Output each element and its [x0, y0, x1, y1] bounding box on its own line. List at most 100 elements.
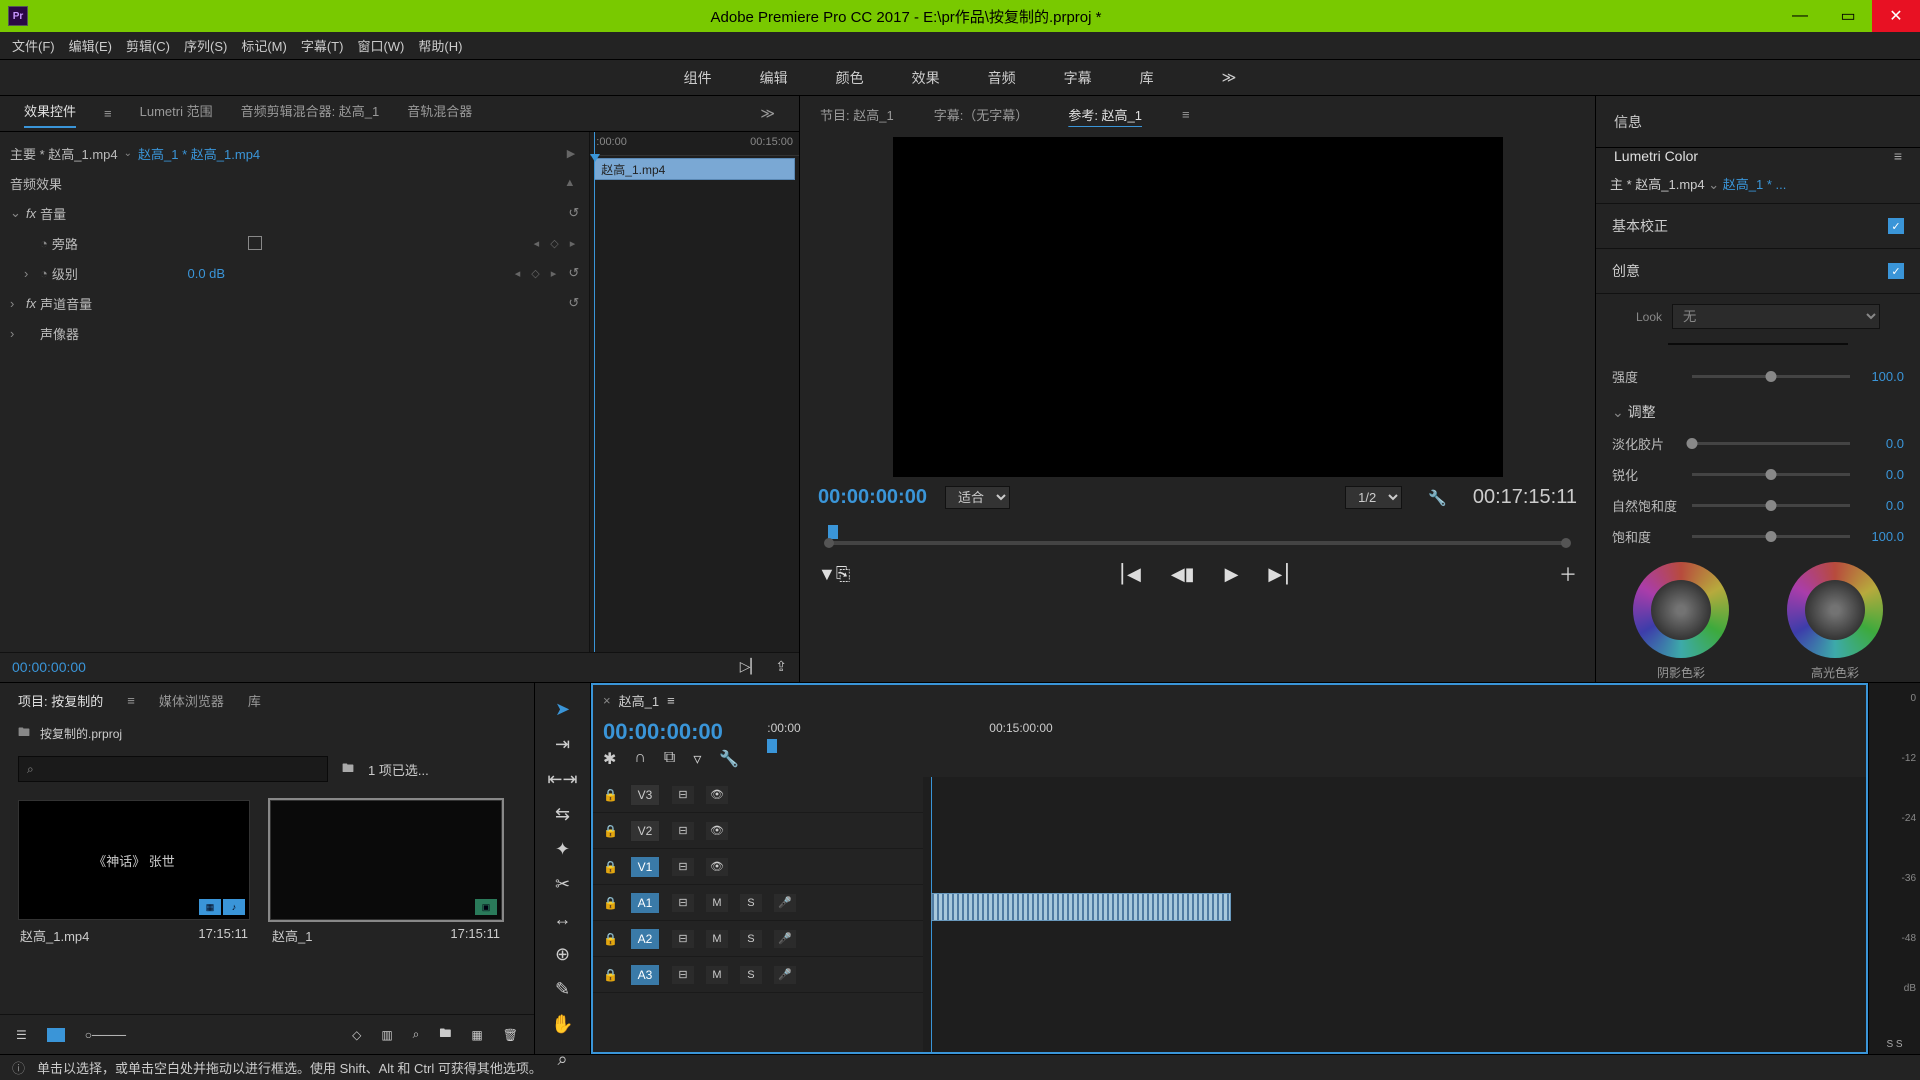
timeline-playhead[interactable]	[767, 739, 777, 753]
sync-lock-icon[interactable]: ⊟	[672, 822, 694, 840]
ripple-edit-tool[interactable]: ⇤⇥	[549, 769, 577, 790]
program-monitor-view[interactable]	[800, 132, 1595, 482]
razor-tool[interactable]: ✂	[549, 874, 577, 895]
panel-menu-icon[interactable]: ≡	[667, 693, 675, 708]
collapse-icon[interactable]: ▲	[564, 177, 579, 189]
lock-icon[interactable]: 🔒	[603, 968, 618, 982]
bypass-checkbox[interactable]	[248, 236, 262, 250]
sequence-name[interactable]: 赵高_1	[619, 691, 659, 710]
button-editor-icon[interactable]: ＋	[1559, 561, 1577, 587]
rate-stretch-tool[interactable]: ✦	[549, 839, 577, 860]
lock-icon[interactable]: 🔒	[603, 896, 618, 910]
panel-menu-icon[interactable]: ≡	[1182, 107, 1190, 122]
tabs-overflow-icon[interactable]: ≫	[760, 105, 775, 122]
workspace-color[interactable]: 颜色	[836, 68, 864, 88]
tab-libraries[interactable]: 库	[248, 691, 261, 710]
keyframe-controls[interactable]: ◂ ◇ ▸	[534, 237, 580, 250]
timeline-timecode[interactable]: 00:00:00:00	[603, 719, 739, 745]
ec-clip-bar[interactable]: 赵高_1.mp4	[594, 158, 795, 180]
fade-value[interactable]: 0.0	[1860, 436, 1904, 451]
slide-tool[interactable]: ⊕	[549, 944, 577, 965]
sync-lock-icon[interactable]: ⊟	[672, 858, 694, 876]
adjust-section[interactable]: 调整	[1628, 404, 1656, 420]
effect-controls-timeline[interactable]: :00:00 00:15:00 赵高_1.mp4	[589, 132, 799, 652]
toggle-output-icon[interactable]: 👁	[706, 858, 728, 876]
new-bin-icon[interactable]: 🖿	[342, 759, 354, 780]
settings-icon[interactable]: 🔧	[719, 749, 739, 769]
saturation-value[interactable]: 100.0	[1860, 529, 1904, 544]
fx-channel-volume[interactable]: 声道音量	[40, 294, 92, 313]
workspace-audio[interactable]: 音频	[988, 68, 1016, 88]
sharpen-slider[interactable]	[1692, 473, 1850, 476]
toggle-output-icon[interactable]: 👁	[706, 822, 728, 840]
search-icon[interactable]: ⌕	[413, 1027, 420, 1042]
zoom-tool[interactable]: ⌕	[549, 1049, 577, 1070]
creative-section[interactable]: 创意	[1612, 261, 1640, 281]
fx-volume[interactable]: 音量	[40, 204, 66, 223]
menu-help[interactable]: 帮助(H)	[414, 34, 466, 57]
hand-tool[interactable]: ✋	[549, 1014, 577, 1035]
voice-over-icon[interactable]: 🎤	[774, 930, 796, 948]
highlight-tint-wheel[interactable]	[1787, 562, 1883, 658]
play-only-icon[interactable]: ▷▏	[740, 658, 762, 675]
lumetri-clip-crumb[interactable]: 赵高_1 * ...	[1723, 177, 1787, 192]
timeline-clip-area[interactable]	[923, 777, 1866, 1052]
expand-icon[interactable]: ›	[24, 266, 34, 281]
menu-marker[interactable]: 标记(M)	[237, 34, 291, 57]
tab-program[interactable]: 节目: 赵高_1	[820, 105, 894, 124]
selection-tool[interactable]: ➤	[549, 699, 577, 720]
sync-lock-icon[interactable]: ⊟	[672, 966, 694, 984]
zoom-fit-select[interactable]: 适合	[945, 486, 1010, 509]
menu-title[interactable]: 字幕(T)	[297, 34, 348, 57]
rolling-edit-tool[interactable]: ⇆	[549, 804, 577, 825]
lock-icon[interactable]: 🔒	[603, 824, 618, 838]
linked-selection-icon[interactable]: ⧉	[664, 749, 675, 769]
audio-clip[interactable]	[931, 893, 1231, 921]
monitor-scrubber[interactable]	[818, 523, 1577, 553]
project-search-input[interactable]: ⌕	[18, 756, 328, 782]
workspace-captions[interactable]: 字幕	[1064, 68, 1092, 88]
info-panel-tab[interactable]: 信息	[1596, 96, 1920, 148]
voice-over-icon[interactable]: 🎤	[774, 894, 796, 912]
solo-indicator[interactable]: S S	[1869, 1039, 1920, 1050]
menu-clip[interactable]: 剪辑(C)	[122, 34, 174, 57]
workspace-assembly[interactable]: 组件	[684, 68, 712, 88]
panel-menu-icon[interactable]: ≡	[127, 693, 135, 708]
add-marker-icon[interactable]: ▼⎘	[818, 564, 850, 585]
tab-reference[interactable]: 参考: 赵高_1	[1068, 105, 1142, 124]
auto-match-icon[interactable]: ◇	[352, 1028, 361, 1042]
minimize-button[interactable]: —	[1776, 0, 1824, 32]
workspace-libraries[interactable]: 库	[1140, 68, 1154, 88]
step-back-icon[interactable]: ◀▮	[1171, 564, 1195, 585]
pen-tool[interactable]: ✎	[549, 979, 577, 1000]
list-view-icon[interactable]: ☰	[16, 1028, 27, 1042]
close-sequence-icon[interactable]: ×	[603, 693, 611, 708]
menu-sequence[interactable]: 序列(S)	[180, 34, 231, 57]
track-v2[interactable]: V2	[630, 820, 660, 842]
basic-enabled-checkbox[interactable]: ✓	[1888, 218, 1904, 234]
vibrance-slider[interactable]	[1692, 504, 1850, 507]
tab-project[interactable]: 项目: 按复制的	[18, 691, 103, 710]
ec-timecode[interactable]: 00:00:00:00	[12, 659, 86, 675]
creative-enabled-checkbox[interactable]: ✓	[1888, 263, 1904, 279]
level-value[interactable]: 0.0 dB	[188, 266, 226, 281]
look-select[interactable]: 无	[1672, 304, 1880, 329]
intensity-value[interactable]: 100.0	[1860, 369, 1904, 384]
lumetri-color-title[interactable]: Lumetri Color	[1614, 148, 1698, 164]
mute-icon[interactable]: M	[706, 894, 728, 912]
workspace-effects[interactable]: 效果	[912, 68, 940, 88]
tab-media-browser[interactable]: 媒体浏览器	[159, 691, 224, 710]
find-icon[interactable]: ▥	[381, 1028, 392, 1042]
sharpen-value[interactable]: 0.0	[1860, 467, 1904, 482]
nest-icon[interactable]: ✱	[603, 749, 616, 769]
project-item[interactable]: 《神话》 张世 ▦♪ 赵高_1.mp417:15:11	[18, 800, 250, 1006]
ec-clip-crumb[interactable]: 赵高_1 * 赵高_1.mp4	[138, 144, 260, 163]
scrub-playhead[interactable]	[828, 525, 838, 539]
saturation-slider[interactable]	[1692, 535, 1850, 538]
mute-icon[interactable]: M	[706, 930, 728, 948]
snap-icon[interactable]: ∩	[634, 749, 646, 769]
trash-icon[interactable]: 🗑	[503, 1028, 518, 1042]
new-bin-icon[interactable]: 🖿	[439, 1024, 451, 1045]
marker-icon[interactable]: ▿	[693, 749, 701, 769]
tab-captions[interactable]: 字幕:（无字幕）	[934, 105, 1029, 124]
